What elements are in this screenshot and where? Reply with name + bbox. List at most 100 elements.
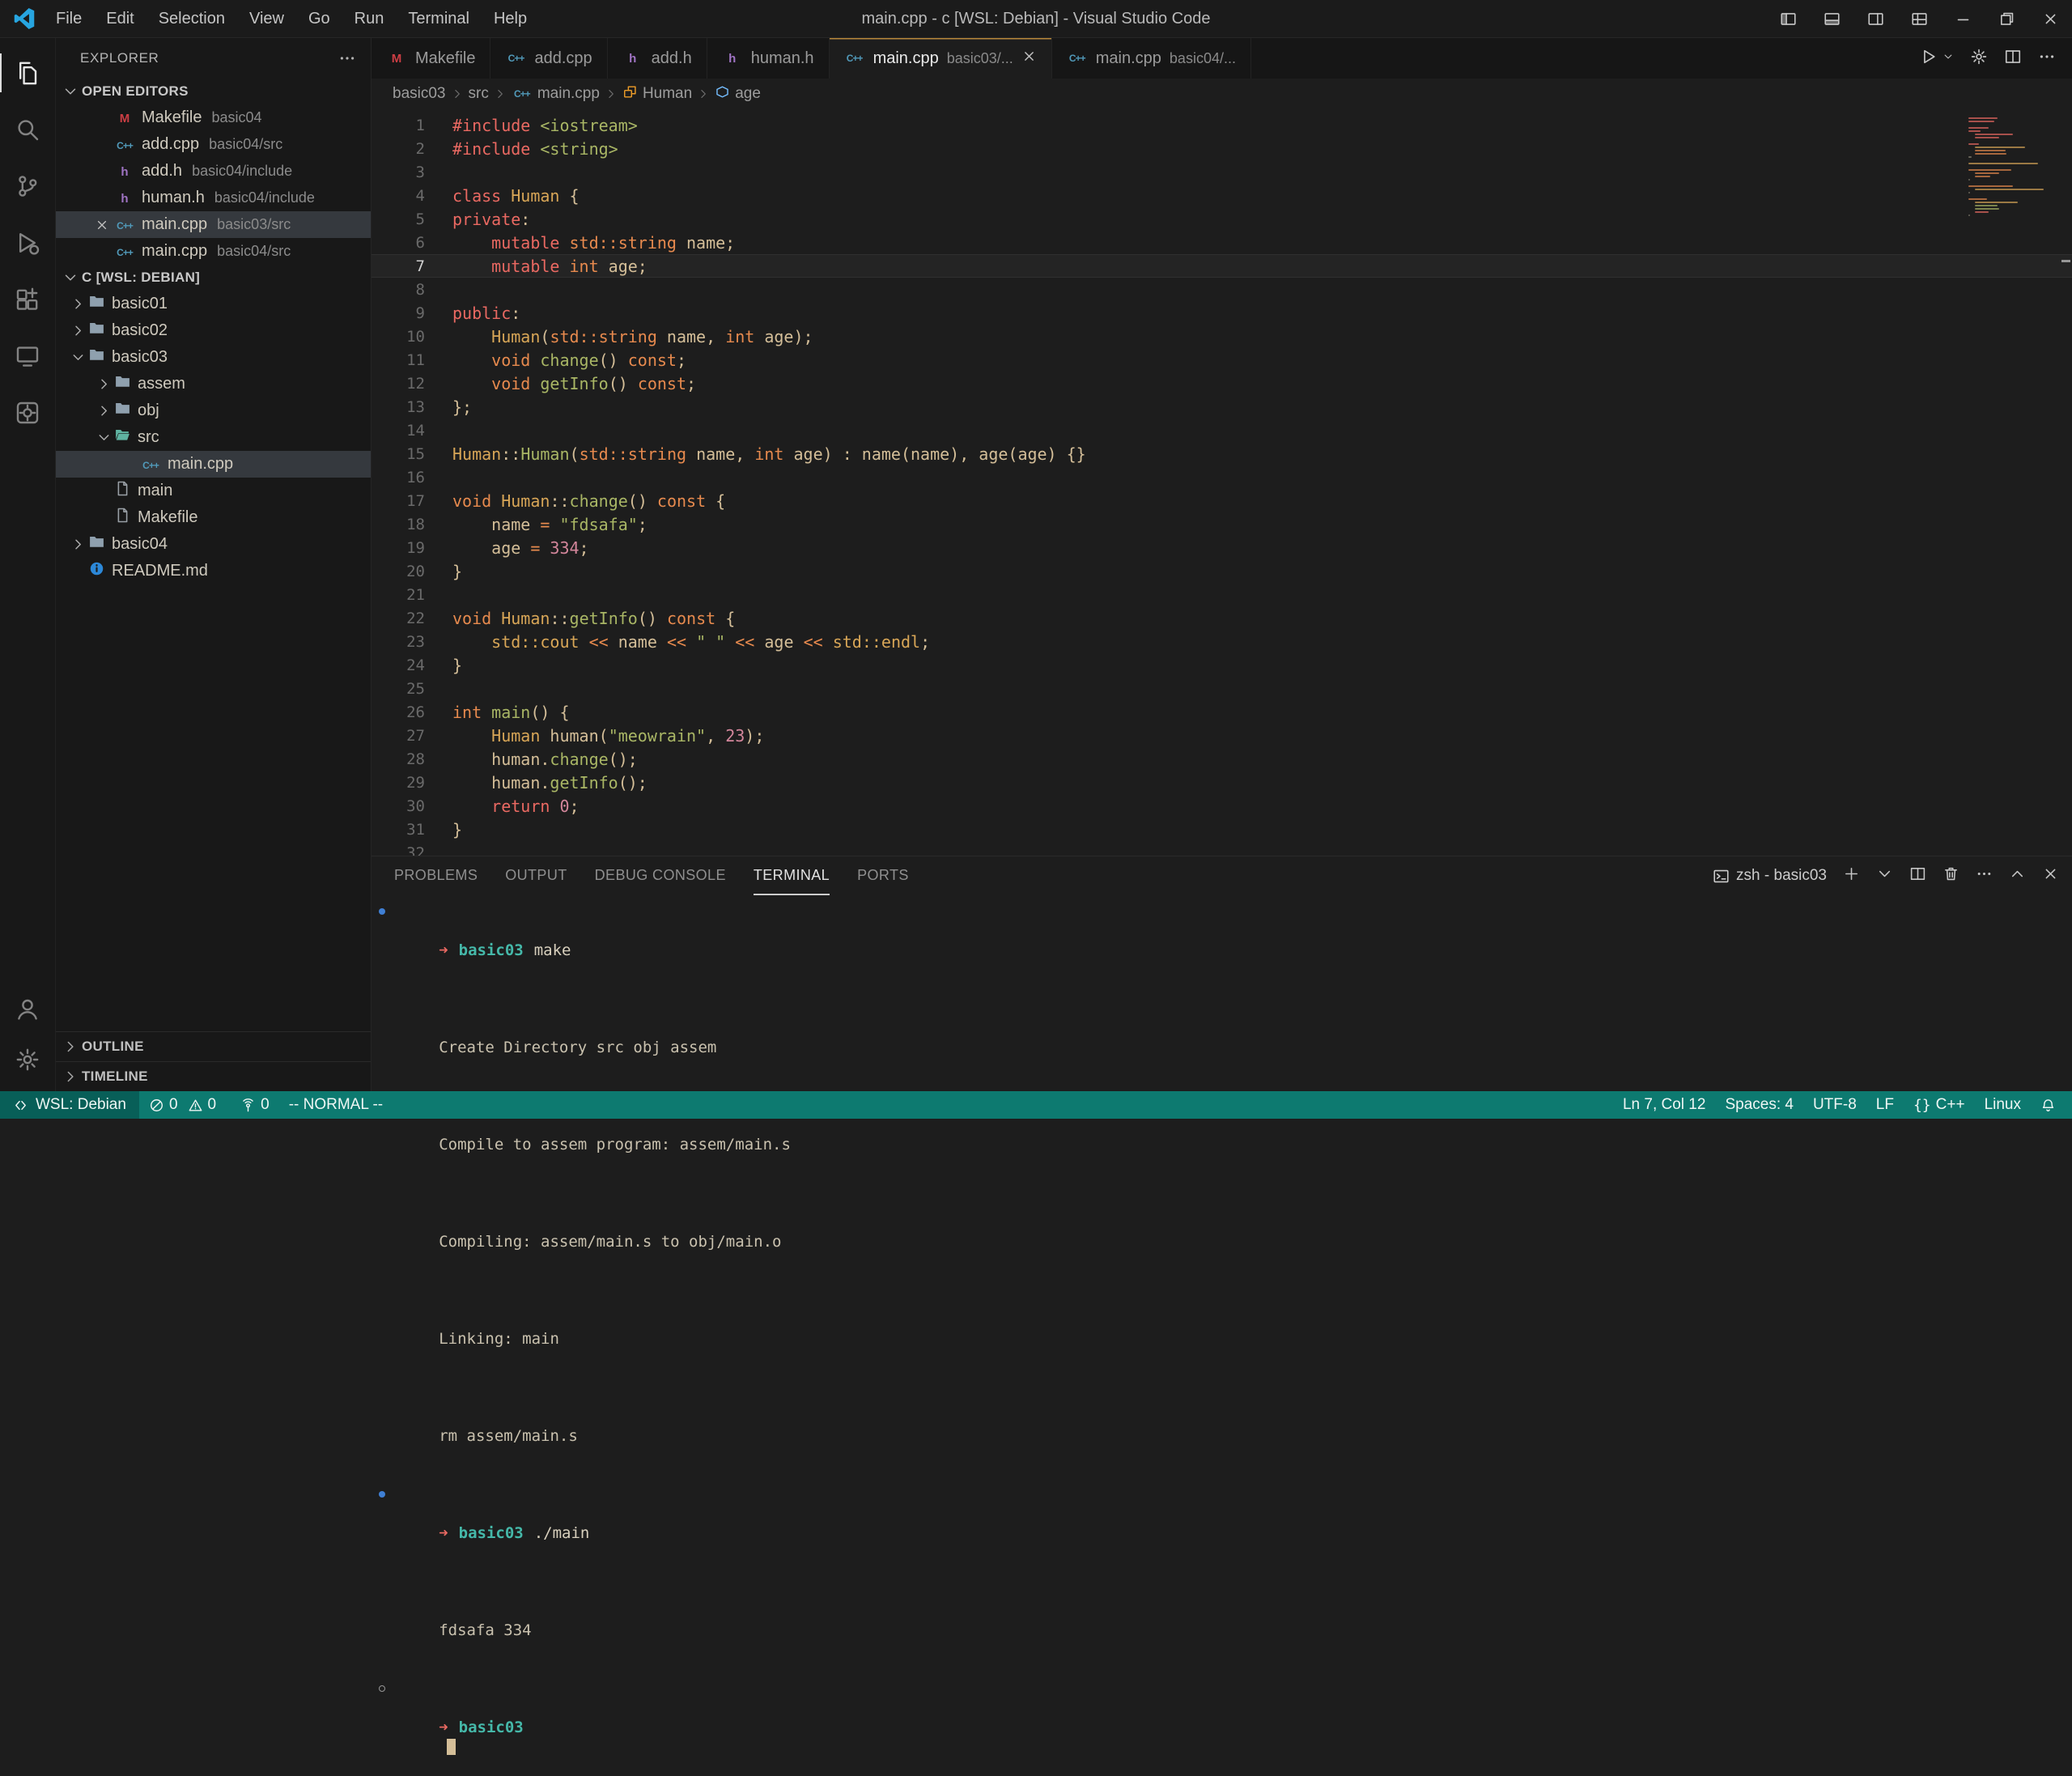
new-terminal-button[interactable] <box>1843 865 1860 887</box>
panel-tab-output[interactable]: OUTPUT <box>505 856 567 895</box>
terminal-output[interactable]: ➜basic03make Create Directory src obj as… <box>372 895 2072 1091</box>
toggle-panel-button[interactable] <box>1810 0 1853 37</box>
tree-item-makefile[interactable]: Makefile <box>56 504 371 531</box>
activity-remote-explorer[interactable] <box>0 328 55 385</box>
code-line-14[interactable]: 14 <box>372 419 2072 442</box>
close-icon[interactable] <box>95 218 109 232</box>
tab-add.h[interactable]: h add.h <box>608 38 707 79</box>
tab-main.cpp[interactable]: C++ main.cpp basic04/... <box>1052 38 1251 79</box>
manage-button[interactable] <box>0 1035 55 1085</box>
code-line-17[interactable]: 17 void Human::change() const { <box>372 489 2072 512</box>
close-panel-button[interactable] <box>2042 865 2059 887</box>
code-line-23[interactable]: 23 std::cout << name << " " << age << st… <box>372 630 2072 653</box>
terminal-dropdown-button[interactable] <box>1876 865 1893 887</box>
menu-selection[interactable]: Selection <box>146 0 237 37</box>
code-line-32[interactable]: 32 <box>372 841 2072 856</box>
open-editor-item[interactable]: h add.h basic04/include <box>56 158 371 185</box>
tree-item-main[interactable]: main <box>56 478 371 504</box>
code-line-19[interactable]: 19 age = 334; <box>372 536 2072 559</box>
code-line-12[interactable]: 12 void getInfo() const; <box>372 372 2072 395</box>
tab-add.cpp[interactable]: C++ add.cpp <box>490 38 607 79</box>
vim-mode-indicator[interactable]: -- NORMAL -- <box>279 1091 393 1119</box>
tree-item-basic01[interactable]: basic01 <box>56 291 371 317</box>
code-line-3[interactable]: 3 <box>372 160 2072 184</box>
open-editor-item[interactable]: C++ main.cpp basic03/src <box>56 211 371 238</box>
code-line-11[interactable]: 11 void change() const; <box>372 348 2072 372</box>
activity-run-debug[interactable] <box>0 215 55 271</box>
code-line-9[interactable]: 9 public: <box>372 301 2072 325</box>
minimize-window-button[interactable] <box>1941 0 1985 37</box>
menu-file[interactable]: File <box>44 0 94 37</box>
tab-human.h[interactable]: h human.h <box>707 38 830 79</box>
remote-indicator[interactable]: WSL: Debian <box>0 1091 139 1119</box>
tree-item-readme.md[interactable]: README.md <box>56 558 371 584</box>
maximize-panel-button[interactable] <box>2009 865 2026 887</box>
ports-indicator[interactable]: 0 <box>231 1091 279 1119</box>
code-line-10[interactable]: 10 Human(std::string name, int age); <box>372 325 2072 348</box>
code-line-31[interactable]: 31 } <box>372 818 2072 841</box>
menu-terminal[interactable]: Terminal <box>396 0 482 37</box>
tree-item-basic04[interactable]: basic04 <box>56 531 371 558</box>
editor-more-actions-button[interactable] <box>2038 48 2056 70</box>
open-editor-item[interactable]: h human.h basic04/include <box>56 185 371 211</box>
problems-indicator[interactable]: 00 <box>139 1091 231 1119</box>
activity-explorer[interactable] <box>0 45 55 101</box>
open-editor-item[interactable]: C++ main.cpp basic04/src <box>56 238 371 265</box>
close-window-button[interactable] <box>2028 0 2072 37</box>
menu-help[interactable]: Help <box>482 0 539 37</box>
open-editor-item[interactable]: M Makefile basic04 <box>56 104 371 131</box>
split-editor-button[interactable] <box>2004 48 2022 70</box>
code-line-7[interactable]: 7 mutable int age; <box>372 254 2072 278</box>
menu-go[interactable]: Go <box>296 0 342 37</box>
activity-extensions[interactable] <box>0 271 55 328</box>
accounts-button[interactable] <box>0 984 55 1035</box>
tab-main.cpp[interactable]: C++ main.cpp basic03/... <box>830 38 1052 79</box>
code-line-27[interactable]: 27 Human human("meowrain", 23); <box>372 724 2072 747</box>
tab-makefile[interactable]: M Makefile <box>372 38 490 79</box>
open-editors-header[interactable]: OPEN EDITORS <box>56 79 371 104</box>
activity-source-control[interactable] <box>0 158 55 215</box>
restore-window-button[interactable] <box>1985 0 2028 37</box>
toggle-secondary-sidebar-button[interactable] <box>1853 0 1897 37</box>
panel-tab-debug-console[interactable]: DEBUG CONSOLE <box>595 856 726 895</box>
breadcrumb-item-src[interactable]: src <box>469 85 489 103</box>
code-line-15[interactable]: 15 Human::Human(std::string name, int ag… <box>372 442 2072 465</box>
sidebar-section-outline[interactable]: OUTLINE <box>56 1031 371 1061</box>
code-line-25[interactable]: 25 <box>372 677 2072 700</box>
kebab-icon[interactable] <box>338 49 356 67</box>
minimap[interactable] <box>1968 117 2059 221</box>
breadcrumb-item-basic03[interactable]: basic03 <box>393 85 446 103</box>
panel-tab-terminal[interactable]: TERMINAL <box>754 856 830 895</box>
breadcrumb-item-age[interactable]: age <box>715 84 761 104</box>
terminal-instance[interactable]: zsh - basic03 <box>1713 867 1827 885</box>
breadcrumb-item-main.cpp[interactable]: C++main.cpp <box>512 85 600 103</box>
menu-run[interactable]: Run <box>342 0 397 37</box>
code-line-8[interactable]: 8 <box>372 278 2072 301</box>
code-line-5[interactable]: 5 private: <box>372 207 2072 231</box>
terminal-more-actions-button[interactable] <box>1976 865 1993 887</box>
code-line-28[interactable]: 28 human.change(); <box>372 747 2072 771</box>
code-line-1[interactable]: 1 #include <iostream> <box>372 113 2072 137</box>
code-line-24[interactable]: 24 } <box>372 653 2072 677</box>
code-line-22[interactable]: 22 void Human::getInfo() const { <box>372 606 2072 630</box>
tree-item-assem[interactable]: assem <box>56 371 371 397</box>
tree-item-main.cpp[interactable]: C++ main.cpp <box>56 451 371 478</box>
close-tab-button[interactable] <box>1021 49 1037 69</box>
run-file-button[interactable] <box>1920 48 1938 70</box>
code-line-4[interactable]: 4 class Human { <box>372 184 2072 207</box>
code-line-20[interactable]: 20 } <box>372 559 2072 583</box>
menu-view[interactable]: View <box>237 0 296 37</box>
kill-terminal-button[interactable] <box>1942 865 1959 887</box>
code-line-26[interactable]: 26 int main() { <box>372 700 2072 724</box>
tree-item-obj[interactable]: obj <box>56 397 371 424</box>
sidebar-section-timeline[interactable]: TIMELINE <box>56 1061 371 1091</box>
panel-tab-ports[interactable]: PORTS <box>857 856 909 895</box>
editor-settings-button[interactable] <box>1970 48 1988 70</box>
tree-item-src[interactable]: src <box>56 424 371 451</box>
code-line-6[interactable]: 6 mutable std::string name; <box>372 231 2072 254</box>
tree-item-basic02[interactable]: basic02 <box>56 317 371 344</box>
tree-item-basic03[interactable]: basic03 <box>56 344 371 371</box>
activity-search[interactable] <box>0 101 55 158</box>
toggle-sidebar-button[interactable] <box>1766 0 1810 37</box>
activity-makefile-tools[interactable] <box>0 385 55 441</box>
